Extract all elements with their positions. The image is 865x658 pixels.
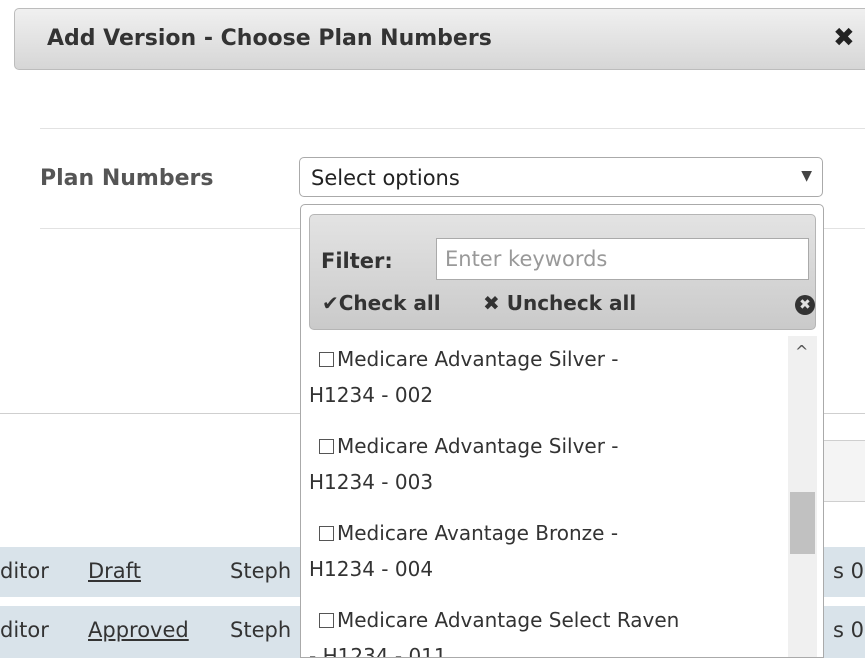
row-editor-cell: ditor — [0, 559, 49, 583]
list-item[interactable]: Medicare Avantage Bronze - H1234 - 004 — [309, 515, 784, 587]
check-all-button[interactable]: ✔Check all — [322, 291, 441, 315]
scroll-thumb[interactable] — [790, 492, 815, 554]
row-trailing-cell: s 0 — [833, 559, 864, 583]
option-code: H1234 - 003 — [309, 470, 434, 494]
plan-numbers-dropdown: Filter: ✔Check all ✖ Uncheck all ✖ Medic… — [300, 204, 824, 658]
section-divider — [40, 128, 865, 129]
close-icon[interactable]: ✖ — [833, 23, 855, 53]
dialog-header: Add Version - Choose Plan Numbers ✖ — [14, 8, 865, 70]
option-label: Medicare Advantage Select Raven — [337, 608, 680, 632]
option-label: Medicare Advantage Silver - — [337, 434, 619, 458]
filter-label: Filter: — [321, 249, 393, 273]
options-list: Medicare Advantage Silver - H1234 - 002 … — [309, 336, 784, 658]
option-code: - H1234 - 011 — [309, 644, 447, 658]
row-editor-cell: ditor — [0, 618, 49, 642]
row-author-cell: Steph — [230, 618, 292, 642]
chevron-down-icon: ▼ — [801, 168, 812, 184]
list-item[interactable]: Medicare Advantage Select Raven - H1234 … — [309, 602, 784, 658]
list-item[interactable]: Medicare Advantage Silver - H1234 - 003 — [309, 428, 784, 500]
row-status-link[interactable]: Approved — [88, 618, 189, 642]
row-trailing-cell: s 0 — [833, 618, 864, 642]
dialog-title: Add Version - Choose Plan Numbers — [47, 26, 492, 51]
option-label: Medicare Advantage Silver - — [337, 347, 619, 371]
checkbox[interactable] — [319, 613, 334, 628]
option-label: Medicare Avantage Bronze - — [337, 521, 619, 545]
checkbox[interactable] — [319, 352, 334, 367]
row-status-link[interactable]: Draft — [88, 559, 141, 583]
dropdown-header: Filter: ✔Check all ✖ Uncheck all ✖ — [309, 214, 816, 330]
plan-numbers-label: Plan Numbers — [40, 166, 214, 191]
list-item[interactable]: Medicare Advantage Silver - H1234 - 002 — [309, 341, 784, 413]
option-code: H1234 - 002 — [309, 383, 434, 407]
options-scrollbar[interactable]: ^ — [788, 336, 817, 657]
checkbox[interactable] — [319, 439, 334, 454]
filter-input[interactable] — [436, 238, 809, 280]
scroll-up-icon[interactable]: ^ — [795, 342, 808, 361]
row-author-cell: Steph — [230, 559, 292, 583]
uncheck-all-button[interactable]: ✖ Uncheck all — [483, 291, 636, 315]
plan-numbers-select[interactable]: Select options ▼ — [299, 157, 823, 197]
option-code: H1234 - 004 — [309, 557, 434, 581]
checkbox[interactable] — [319, 526, 334, 541]
select-value: Select options — [311, 166, 460, 190]
close-circle-icon[interactable]: ✖ — [795, 295, 815, 315]
